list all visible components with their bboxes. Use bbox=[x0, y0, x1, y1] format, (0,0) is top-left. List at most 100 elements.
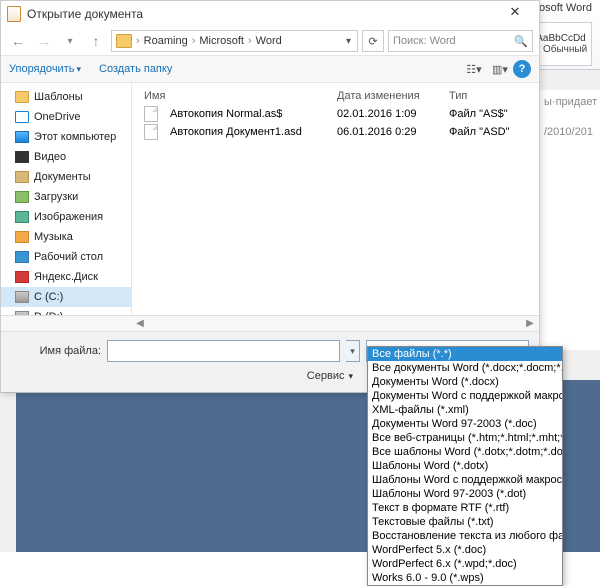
style-sample: AaBbCcDd bbox=[536, 33, 585, 44]
tree-item-label: Этот компьютер bbox=[34, 131, 116, 143]
folder-icon bbox=[116, 34, 132, 48]
filename-label: Имя файла: bbox=[11, 345, 101, 357]
filetype-option[interactable]: Текст в формате RTF (*.rtf) bbox=[368, 501, 562, 515]
preview-button[interactable]: ▥▾ bbox=[487, 59, 513, 79]
tree-item[interactable]: Изображения bbox=[1, 207, 131, 227]
tree-item[interactable]: OneDrive bbox=[1, 107, 131, 127]
filetype-option[interactable]: Восстановление текста из любого файла (*… bbox=[368, 529, 562, 543]
filetype-option[interactable]: Все шаблоны Word (*.dotx;*.dotm;*.dot) bbox=[368, 445, 562, 459]
tools-button[interactable]: Сервис▾ bbox=[307, 370, 353, 382]
file-row[interactable]: Автокопия Normal.as$02.01.2016 1:09Файл … bbox=[138, 105, 533, 123]
col-name[interactable]: Имя bbox=[138, 90, 337, 102]
filename-input[interactable] bbox=[107, 340, 340, 362]
tree-item-label: Видео bbox=[34, 151, 66, 163]
file-icon bbox=[144, 106, 158, 122]
column-headers[interactable]: Имя Дата изменения Тип bbox=[138, 87, 533, 105]
dialog-icon bbox=[7, 6, 21, 22]
recent-button[interactable]: ▾ bbox=[59, 30, 81, 52]
filetype-option[interactable]: Works 6.0 - 9.0 (*.wps) bbox=[368, 571, 562, 585]
document-page-fragment: ы·придает /2010/201 bbox=[540, 90, 600, 350]
tree-item-label: D (D:) bbox=[34, 311, 63, 315]
tree-item-icon bbox=[15, 111, 29, 123]
filetype-option[interactable]: Все файлы (*.*) bbox=[368, 347, 562, 361]
tree-item[interactable]: Яндекс.Диск bbox=[1, 267, 131, 287]
tree-item[interactable]: Документы bbox=[1, 167, 131, 187]
filetype-option[interactable]: XML-файлы (*.xml) bbox=[368, 403, 562, 417]
tree-item-icon bbox=[15, 91, 29, 103]
filetype-option[interactable]: Документы Word 97-2003 (*.doc) bbox=[368, 417, 562, 431]
organize-button[interactable]: Упорядочить▾ bbox=[9, 63, 81, 75]
search-input[interactable]: Поиск: Word 🔍 bbox=[388, 30, 533, 52]
filetype-option[interactable]: Текстовые файлы (*.txt) bbox=[368, 515, 562, 529]
col-date[interactable]: Дата изменения bbox=[337, 90, 449, 102]
file-row[interactable]: Автокопия Документ1.asd06.01.2016 0:29Фа… bbox=[138, 123, 533, 141]
tree-item-label: Изображения bbox=[34, 211, 103, 223]
nav-tree[interactable]: Шаблоны OneDrive Этот компьютер Видео Докуме… bbox=[1, 83, 131, 315]
filetype-option[interactable]: WordPerfect 5.x (*.doc) bbox=[368, 543, 562, 557]
tree-item-icon bbox=[15, 211, 29, 223]
breadcrumb[interactable]: › Roaming › Microsoft › Word ▾ bbox=[111, 30, 358, 52]
filetype-option[interactable]: Шаблоны Word (*.dotx) bbox=[368, 459, 562, 473]
tree-item-label: Документы bbox=[34, 171, 91, 183]
scroll-left-icon[interactable]: ◀ bbox=[133, 317, 147, 331]
filetype-option[interactable]: WordPerfect 6.x (*.wpd;*.doc) bbox=[368, 557, 562, 571]
scroll-right-icon[interactable]: ▶ bbox=[523, 317, 537, 331]
crumb[interactable]: Roaming bbox=[144, 35, 188, 47]
tree-item[interactable]: Загрузки bbox=[1, 187, 131, 207]
back-button[interactable]: ← bbox=[7, 30, 29, 52]
file-date: 02.01.2016 1:09 bbox=[337, 108, 449, 120]
crumb[interactable]: Word bbox=[256, 35, 282, 47]
tree-item-icon bbox=[15, 291, 29, 303]
tree-item[interactable]: Видео bbox=[1, 147, 131, 167]
search-icon: 🔍 bbox=[514, 35, 528, 48]
tree-item-icon bbox=[15, 191, 29, 203]
file-name: Автокопия Документ1.asd bbox=[164, 126, 337, 138]
titlebar: Открытие документа ✕ bbox=[1, 1, 539, 27]
file-icon bbox=[144, 124, 158, 140]
forward-button[interactable]: → bbox=[33, 30, 55, 52]
up-button[interactable]: ↑ bbox=[85, 30, 107, 52]
tree-item[interactable]: Музыка bbox=[1, 227, 131, 247]
tree-item-icon bbox=[15, 131, 29, 143]
h-scrollbar[interactable]: ◀ ▶ bbox=[1, 315, 539, 331]
help-button[interactable]: ? bbox=[513, 60, 531, 78]
view-button[interactable]: ☷▾ bbox=[461, 59, 487, 79]
tree-item-label: Яндекс.Диск bbox=[34, 271, 98, 283]
tree-item-icon bbox=[15, 311, 29, 315]
tree-item[interactable]: Этот компьютер bbox=[1, 127, 131, 147]
toolbar: Упорядочить▾ Создать папку ☷▾ ▥▾ ? bbox=[1, 55, 539, 83]
tree-item[interactable]: Шаблоны bbox=[1, 87, 131, 107]
tree-item-label: Шаблоны bbox=[34, 91, 83, 103]
tree-item-label: C (C:) bbox=[34, 291, 63, 303]
tree-item[interactable]: C (C:) bbox=[1, 287, 131, 307]
refresh-button[interactable]: ⟳ bbox=[362, 30, 384, 52]
tree-item-icon bbox=[15, 171, 29, 183]
style-label: ¶ Обычный bbox=[535, 44, 587, 55]
col-type[interactable]: Тип bbox=[449, 90, 533, 102]
filename-history-button[interactable]: ▾ bbox=[346, 340, 360, 362]
dialog-title: Открытие документа bbox=[27, 7, 143, 21]
filetype-option[interactable]: Шаблоны Word 97-2003 (*.dot) bbox=[368, 487, 562, 501]
filetype-option[interactable]: Документы Word (*.docx) bbox=[368, 375, 562, 389]
tree-item-icon bbox=[15, 231, 29, 243]
tree-item-icon bbox=[15, 251, 29, 263]
filetype-option[interactable]: Все веб-страницы (*.htm;*.html;*.mht;*.m… bbox=[368, 431, 562, 445]
filetype-option[interactable]: Все документы Word (*.docx;*.docm;*.dotx… bbox=[368, 361, 562, 375]
tree-item-label: Загрузки bbox=[34, 191, 78, 203]
breadcrumb-dropdown-icon[interactable]: ▾ bbox=[344, 36, 353, 47]
open-file-dialog: Открытие документа ✕ ← → ▾ ↑ › Roaming ›… bbox=[0, 0, 540, 393]
tree-item-icon bbox=[15, 151, 29, 163]
filetype-option[interactable]: Документы Word с поддержкой макросов (*.… bbox=[368, 389, 562, 403]
filetype-dropdown[interactable]: Все файлы (*.*)Все документы Word (*.doc… bbox=[367, 346, 563, 586]
filetype-option[interactable]: Шаблоны Word с поддержкой макросов (*.do… bbox=[368, 473, 562, 487]
tree-item[interactable]: Рабочий стол bbox=[1, 247, 131, 267]
file-list[interactable]: Имя Дата изменения Тип Автокопия Normal.… bbox=[132, 83, 539, 315]
tree-item[interactable]: D (D:) bbox=[1, 307, 131, 315]
file-type: Файл "AS$" bbox=[449, 108, 533, 120]
new-folder-button[interactable]: Создать папку bbox=[99, 63, 172, 75]
search-placeholder: Поиск: Word bbox=[393, 35, 456, 47]
close-button[interactable]: ✕ bbox=[497, 4, 533, 24]
address-bar-row: ← → ▾ ↑ › Roaming › Microsoft › Word ▾ ⟳… bbox=[1, 27, 539, 55]
tree-item-label: Рабочий стол bbox=[34, 251, 103, 263]
crumb[interactable]: Microsoft bbox=[199, 35, 244, 47]
